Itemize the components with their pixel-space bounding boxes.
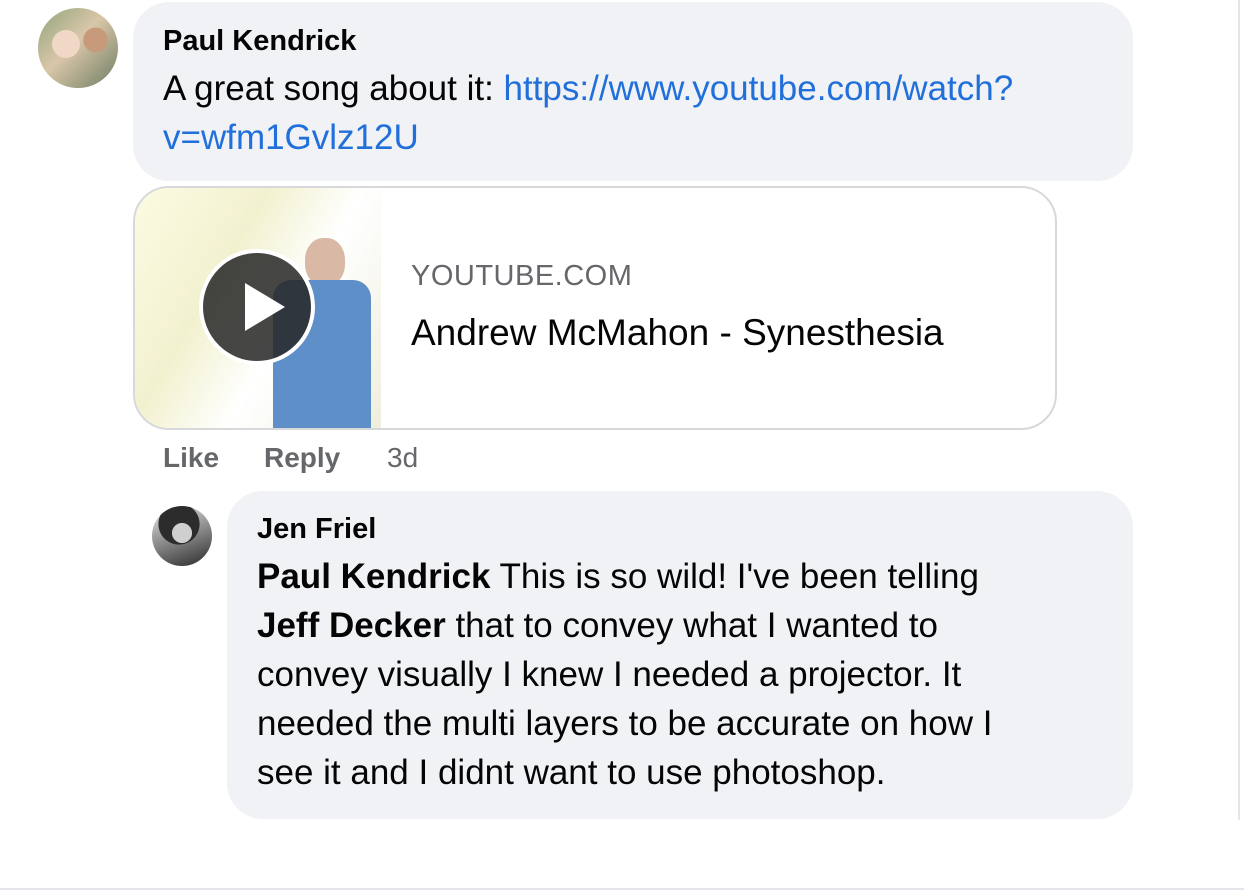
reply-line-2-rest: that to convey what I wanted to [445, 606, 938, 645]
play-icon[interactable] [199, 249, 315, 365]
scroll-divider [1238, 0, 1240, 820]
comment-link-part1[interactable]: https://www.youtube.com/watch? [504, 69, 1014, 108]
reply-line-1: Paul Kendrick This is so wild! I've been… [257, 552, 979, 602]
link-title[interactable]: Andrew McMahon - Synesthesia [411, 312, 944, 354]
comment-bubble: Paul Kendrick A great song about it: htt… [133, 2, 1133, 181]
comment-link-part2[interactable]: v=wfm1Gvlz12U [163, 113, 419, 163]
video-thumbnail[interactable] [135, 188, 381, 428]
link-source: YOUTUBE.COM [411, 260, 633, 292]
reply-line-4: needed the multi layers to be accurate o… [257, 704, 993, 743]
reply-line-3: convey visually I knew I needed a projec… [257, 655, 962, 694]
avatar-paul-kendrick[interactable] [38, 8, 118, 88]
reply-button[interactable]: Reply [264, 442, 340, 474]
reply-bubble: Jen Friel Paul Kendrick This is so wild!… [227, 491, 1133, 819]
like-button[interactable]: Like [163, 442, 219, 474]
reply-line-5: see it and I didnt want to use photoshop… [257, 753, 886, 792]
link-preview-card[interactable]: YOUTUBE.COM Andrew McMahon - Synesthesia [133, 186, 1057, 430]
mention-paul-kendrick[interactable]: Paul Kendrick [257, 557, 490, 596]
comment-text: A great song about it: https://www.youtu… [163, 64, 1013, 114]
comment-author[interactable]: Paul Kendrick [163, 25, 356, 58]
reply-author[interactable]: Jen Friel [257, 513, 376, 546]
reply-line-1-rest: This is so wild! I've been telling [490, 557, 979, 596]
play-triangle [245, 283, 285, 331]
avatar-jen-friel[interactable] [152, 506, 212, 566]
comment-timestamp[interactable]: 3d [387, 442, 418, 474]
comment-text-prefix: A great song about it: [163, 69, 504, 108]
thumbnail-person-head [305, 238, 345, 286]
mention-jeff-decker[interactable]: Jeff Decker [257, 606, 446, 645]
reply-line-2: Jeff Decker that to convey what I wanted… [257, 601, 938, 651]
